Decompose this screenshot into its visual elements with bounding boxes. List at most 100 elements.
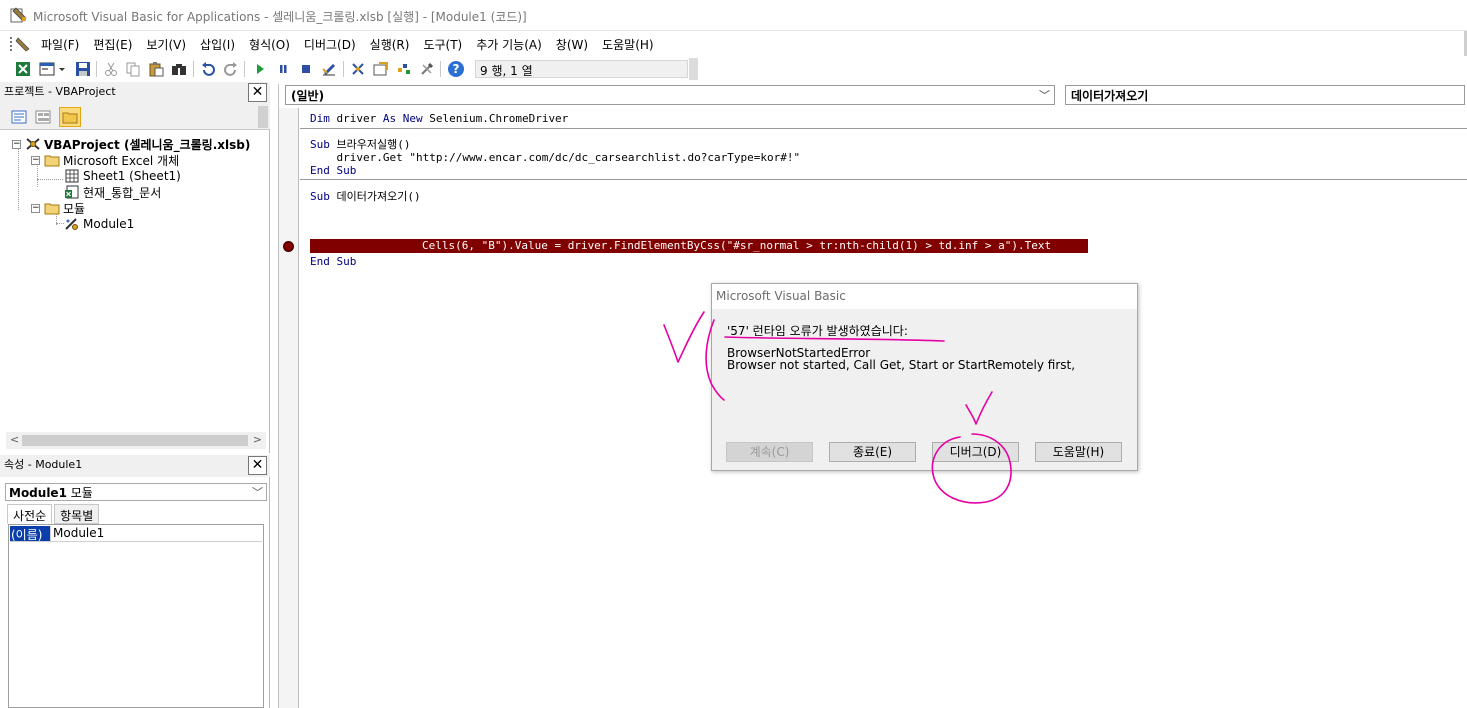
- properties-icon[interactable]: [372, 60, 390, 78]
- tree-label-workbook: 현재_통합_문서: [83, 185, 162, 200]
- insert-userform-icon[interactable]: [38, 60, 56, 78]
- scroll-right-icon[interactable]: >: [253, 433, 262, 446]
- procedure-combo-value: 데이터가져오기: [1071, 89, 1149, 103]
- cursor-position-field: 9 행, 1 열: [475, 60, 688, 78]
- run-icon[interactable]: [251, 60, 269, 78]
- procedure-combo[interactable]: 데이터가져오기: [1065, 85, 1465, 105]
- debug-button[interactable]: 디버그(D): [932, 442, 1019, 462]
- break-icon[interactable]: [274, 60, 292, 78]
- properties-header: 속성 - Module1 ✕: [0, 455, 270, 477]
- excel-icon[interactable]: [14, 60, 32, 78]
- toolbar-separator: [96, 61, 97, 77]
- save-icon[interactable]: [74, 60, 92, 78]
- toolbox-icon[interactable]: [418, 60, 436, 78]
- properties-title: 속성 - Module1: [4, 458, 83, 471]
- menu-file[interactable]: 파일(F): [34, 36, 86, 53]
- userform-dropdown-icon[interactable]: [58, 60, 66, 78]
- code-text: 데이터가져오기(): [329, 190, 421, 203]
- collapse-toggle-icon[interactable]: −: [31, 155, 40, 165]
- tree-item-excel-objects[interactable]: − Microsoft Excel 개체: [31, 152, 179, 168]
- project-explorer: 프로젝트 - VBAProject ✕ − VBAProject (셀레니움_크…: [0, 82, 270, 453]
- help-button[interactable]: 도움말(H): [1035, 442, 1122, 462]
- toolbar-separator: [343, 61, 344, 77]
- menu-run[interactable]: 실행(R): [363, 36, 417, 53]
- chevron-down-icon[interactable]: ﹀: [252, 484, 263, 500]
- object-combo[interactable]: (일반) ﹀: [285, 85, 1055, 105]
- code-line-end-sub[interactable]: End Sub: [310, 164, 356, 177]
- properties-window: 속성 - Module1 ✕ Module1 모듈 ﹀ 사전순 항목별 (이름)…: [0, 455, 270, 708]
- continue-button[interactable]: 계속(C): [726, 442, 813, 462]
- menu-edit[interactable]: 편집(E): [86, 36, 139, 53]
- standard-toolbar: ? 9 행, 1 열: [0, 56, 700, 82]
- scroll-left-icon[interactable]: <: [10, 433, 19, 446]
- close-properties-button[interactable]: ✕: [248, 456, 267, 475]
- menu-insert[interactable]: 삽입(I): [193, 36, 242, 53]
- property-row[interactable]: (이름) Module1: [10, 526, 262, 542]
- paste-icon[interactable]: [147, 60, 165, 78]
- code-text: driver: [329, 112, 383, 125]
- code-line-sub-data[interactable]: Sub 데이터가져오기(): [310, 190, 421, 203]
- menu-help[interactable]: 도움말(H): [595, 36, 661, 53]
- tree-item-sheet1[interactable]: Sheet1 (Sheet1): [64, 168, 181, 184]
- keyword: Sub: [310, 190, 330, 203]
- module-icon: [64, 217, 80, 231]
- svg-text:?: ?: [453, 62, 460, 76]
- code-line-driver-get[interactable]: driver.Get "http://www.encar.com/dc/dc_c…: [310, 151, 800, 164]
- toolbar-overflow-grip[interactable]: [689, 58, 698, 80]
- code-line-dim[interactable]: Dim driver As New Selenium.ChromeDriver: [310, 112, 568, 125]
- menubar-grip-icon[interactable]: [8, 35, 32, 53]
- code-line-sub-browser[interactable]: Sub 브라우저실행(): [310, 138, 410, 151]
- code-line-end-sub[interactable]: End Sub: [310, 255, 356, 268]
- project-explorer-icon[interactable]: [349, 60, 367, 78]
- menu-view[interactable]: 보기(V): [139, 36, 193, 53]
- menu-debug[interactable]: 디버그(D): [297, 36, 363, 53]
- collapse-toggle-icon[interactable]: −: [12, 139, 21, 149]
- tree-label-modules: 모듈: [63, 201, 86, 216]
- chevron-down-icon[interactable]: ﹀: [1039, 87, 1050, 103]
- undo-icon[interactable]: [199, 60, 217, 78]
- dialog-error-line: '57' 런타임 오류가 발생하였습니다:: [727, 324, 908, 338]
- reset-icon[interactable]: [297, 60, 315, 78]
- object-browser-icon[interactable]: [395, 60, 413, 78]
- menu-tools[interactable]: 도구(T): [416, 36, 469, 53]
- menu-window[interactable]: 창(W): [549, 36, 595, 53]
- tree-item-vbaproject[interactable]: − VBAProject (셀레니움_크롤링.xlsb): [12, 136, 250, 152]
- window-title: Microsoft Visual Basic for Applications …: [33, 10, 527, 24]
- code-text: 브라우저실행(): [329, 138, 411, 151]
- project-explorer-toolbar: [0, 104, 270, 130]
- project-toolbar-overflow[interactable]: [258, 106, 268, 128]
- end-button[interactable]: 종료(E): [829, 442, 916, 462]
- folder-icon: [44, 201, 60, 215]
- view-code-icon[interactable]: [8, 107, 30, 127]
- tree-item-workbook[interactable]: 현재_통합_문서: [64, 184, 161, 200]
- find-icon[interactable]: [170, 60, 188, 78]
- copy-icon[interactable]: [124, 60, 142, 78]
- code-text: Selenium.ChromeDriver: [422, 112, 569, 125]
- properties-tabs: 사전순 항목별: [7, 504, 101, 524]
- close-project-explorer-button[interactable]: ✕: [248, 83, 267, 102]
- toggle-folders-icon[interactable]: [59, 107, 81, 127]
- code-margin-indicator-bar[interactable]: [279, 108, 299, 708]
- code-line-breakpoint-highlight[interactable]: Cells(6, "B").Value = driver.FindElement…: [310, 239, 1088, 253]
- tab-alphabetic[interactable]: 사전순: [7, 504, 53, 524]
- properties-grid: (이름) Module1: [8, 524, 264, 708]
- breakpoint-icon[interactable]: [283, 241, 294, 252]
- tab-categorized[interactable]: 항목별: [54, 504, 100, 524]
- worksheet-icon: [64, 169, 80, 183]
- property-value[interactable]: Module1: [50, 526, 104, 541]
- properties-object-select[interactable]: Module1 모듈 ﹀: [5, 483, 267, 501]
- view-object-icon[interactable]: [32, 107, 54, 127]
- cut-icon[interactable]: [102, 60, 120, 78]
- help-icon[interactable]: ?: [447, 60, 465, 78]
- redo-icon[interactable]: [222, 60, 240, 78]
- project-horizontal-scrollbar[interactable]: < >: [6, 432, 266, 449]
- menu-format[interactable]: 형식(O): [242, 36, 297, 53]
- tree-item-modules[interactable]: − 모듈: [31, 200, 85, 216]
- design-mode-icon[interactable]: [320, 60, 338, 78]
- properties-object-name: Module1: [9, 486, 67, 500]
- object-combo-value: (일반): [291, 89, 325, 103]
- menu-addins[interactable]: 추가 기능(A): [469, 36, 549, 53]
- scrollbar-thumb[interactable]: [22, 435, 248, 446]
- collapse-toggle-icon[interactable]: −: [31, 203, 40, 213]
- tree-item-module1[interactable]: Module1: [64, 216, 134, 232]
